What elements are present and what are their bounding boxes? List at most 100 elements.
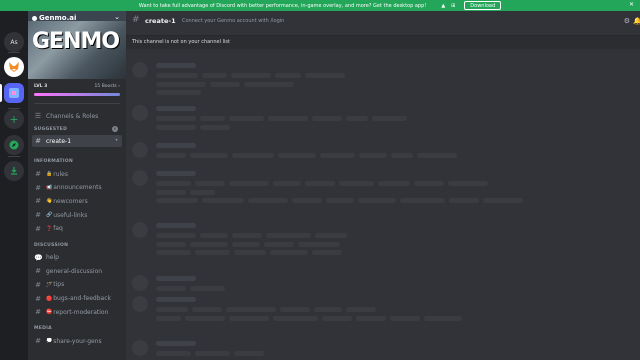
channel-emoji-icon: ⛔ (46, 309, 53, 316)
text-channel-icon: # (35, 197, 41, 206)
text-channel-icon: # (35, 280, 41, 289)
channel-emoji-icon: 📢 (46, 184, 53, 191)
windows-icon[interactable]: ⊞ (450, 3, 456, 9)
text-placeholder (195, 351, 230, 356)
channel-topic[interactable]: Connect your Genmo account with /login (182, 18, 284, 24)
text-placeholder (156, 233, 196, 238)
text-placeholder (266, 233, 311, 238)
text-placeholder (156, 250, 191, 255)
download-button[interactable]: Download (464, 1, 502, 10)
add-server-button[interactable]: + (4, 109, 24, 129)
channel-help[interactable]: 💬 help (32, 252, 122, 264)
category-discussion[interactable]: DISCUSSION (34, 243, 68, 248)
rail-separator (8, 52, 20, 53)
server-fox[interactable] (4, 57, 24, 77)
chevron-down-icon[interactable]: ⌄ (114, 13, 120, 21)
text-placeholder (314, 307, 342, 312)
text-placeholder (156, 116, 196, 121)
text-placeholder (156, 241, 186, 247)
text-placeholder (156, 307, 188, 312)
text-placeholder (268, 116, 308, 121)
category-suggested: SUGGESTED ✕ (34, 126, 118, 132)
text-placeholder (234, 250, 266, 255)
channel-share-your-gens[interactable]: # 💭 share-your-gens (32, 335, 122, 347)
username-placeholder (156, 276, 196, 281)
close-banner-icon[interactable]: ✕ (629, 1, 634, 8)
text-channel-icon: # (35, 267, 41, 276)
text-placeholder (156, 198, 198, 203)
channel-emoji-icon: ❓ (46, 225, 53, 232)
channel-bugs-and-feedback[interactable]: # 🔴 bugs-and-feedback (32, 293, 122, 305)
channel-report-moderation[interactable]: # ⛔ report-moderation (32, 306, 122, 318)
text-placeholder (298, 241, 340, 247)
username-placeholder (156, 223, 196, 228)
username-placeholder (156, 297, 196, 302)
channel-faq[interactable]: # ❓ faq (32, 223, 122, 235)
text-placeholder (229, 116, 264, 121)
username-placeholder (156, 341, 196, 346)
text-placeholder (270, 250, 308, 255)
text-placeholder (339, 181, 374, 186)
boost-bar (34, 93, 120, 96)
text-placeholder (278, 153, 316, 158)
text-placeholder (202, 73, 227, 78)
threads-icon[interactable]: ⚙ (624, 17, 630, 25)
text-placeholder (156, 286, 186, 291)
text-placeholder (229, 181, 269, 186)
channel-tips[interactable]: # 🪄 tips (32, 279, 122, 291)
text-channel-icon: # (35, 183, 41, 192)
server-banner-logo: GENMO (32, 29, 120, 54)
text-placeholder (192, 307, 222, 312)
category-information[interactable]: INFORMATION (34, 159, 73, 164)
text-placeholder (190, 241, 228, 247)
avatar-placeholder (132, 340, 148, 356)
channel-emoji-icon: 👋 (46, 198, 53, 205)
text-channel-icon: # (35, 211, 41, 220)
text-placeholder (417, 153, 457, 158)
server-header[interactable]: Genmo.ai ⌄ GENMO (28, 11, 126, 79)
server-genmo[interactable] (4, 83, 24, 103)
channel-label: share-your-gens (53, 337, 102, 345)
text-placeholder (275, 73, 301, 78)
text-placeholder (190, 189, 215, 195)
channel-label: report-moderation (53, 308, 109, 316)
text-placeholder (315, 233, 347, 238)
server-as[interactable]: As (4, 32, 24, 52)
category-media[interactable]: MEDIA (34, 326, 52, 331)
banner-text: Want to take full advantage of Discord w… (138, 2, 427, 9)
text-placeholder (326, 198, 354, 203)
text-placeholder (449, 198, 479, 203)
text-placeholder (156, 315, 181, 321)
channel-general-discussion[interactable]: # general-discussion (32, 265, 122, 277)
channel-emoji-icon: 🪄 (46, 281, 53, 288)
android-icon[interactable]: ▲ (440, 3, 446, 9)
forum-icon: 💬 (34, 253, 43, 262)
avatar-placeholder (132, 275, 148, 291)
username-placeholder (156, 143, 196, 148)
channel-create-1[interactable]: # create-1 ⁺ (32, 135, 122, 147)
text-placeholder (400, 198, 445, 203)
text-placeholder (156, 124, 196, 130)
text-placeholder (232, 233, 262, 238)
download-icon (11, 167, 17, 175)
download-apps-button[interactable] (4, 161, 24, 181)
text-placeholder (226, 307, 276, 312)
channel-useful-links[interactable]: # 🔗 useful-links (32, 209, 122, 221)
text-placeholder (195, 250, 230, 255)
explore-servers-button[interactable] (4, 135, 24, 155)
notification-icon[interactable]: 🔔 (633, 17, 640, 25)
boost-progress[interactable]: LVL 3 15 Boosts › (34, 84, 120, 100)
channel-rules[interactable]: # 🔒 rules (32, 168, 122, 180)
channel-announcements[interactable]: # 📢 announcements (32, 182, 122, 194)
text-placeholder (244, 81, 294, 87)
avatar-placeholder (132, 222, 148, 238)
dismiss-suggested-icon[interactable]: ✕ (112, 126, 118, 132)
avatar-placeholder (132, 105, 148, 121)
channel-emoji-icon: 💭 (46, 338, 53, 344)
server-rail: As + (0, 11, 28, 360)
text-placeholder (229, 315, 269, 321)
channel-newcomers[interactable]: # 👋 newcomers (32, 195, 122, 207)
channels-and-roles[interactable]: ☰ Channels & Roles (32, 110, 122, 122)
channel-label: bugs-and-feedback (53, 295, 111, 303)
add-member-icon[interactable]: ⁺ (115, 138, 118, 145)
